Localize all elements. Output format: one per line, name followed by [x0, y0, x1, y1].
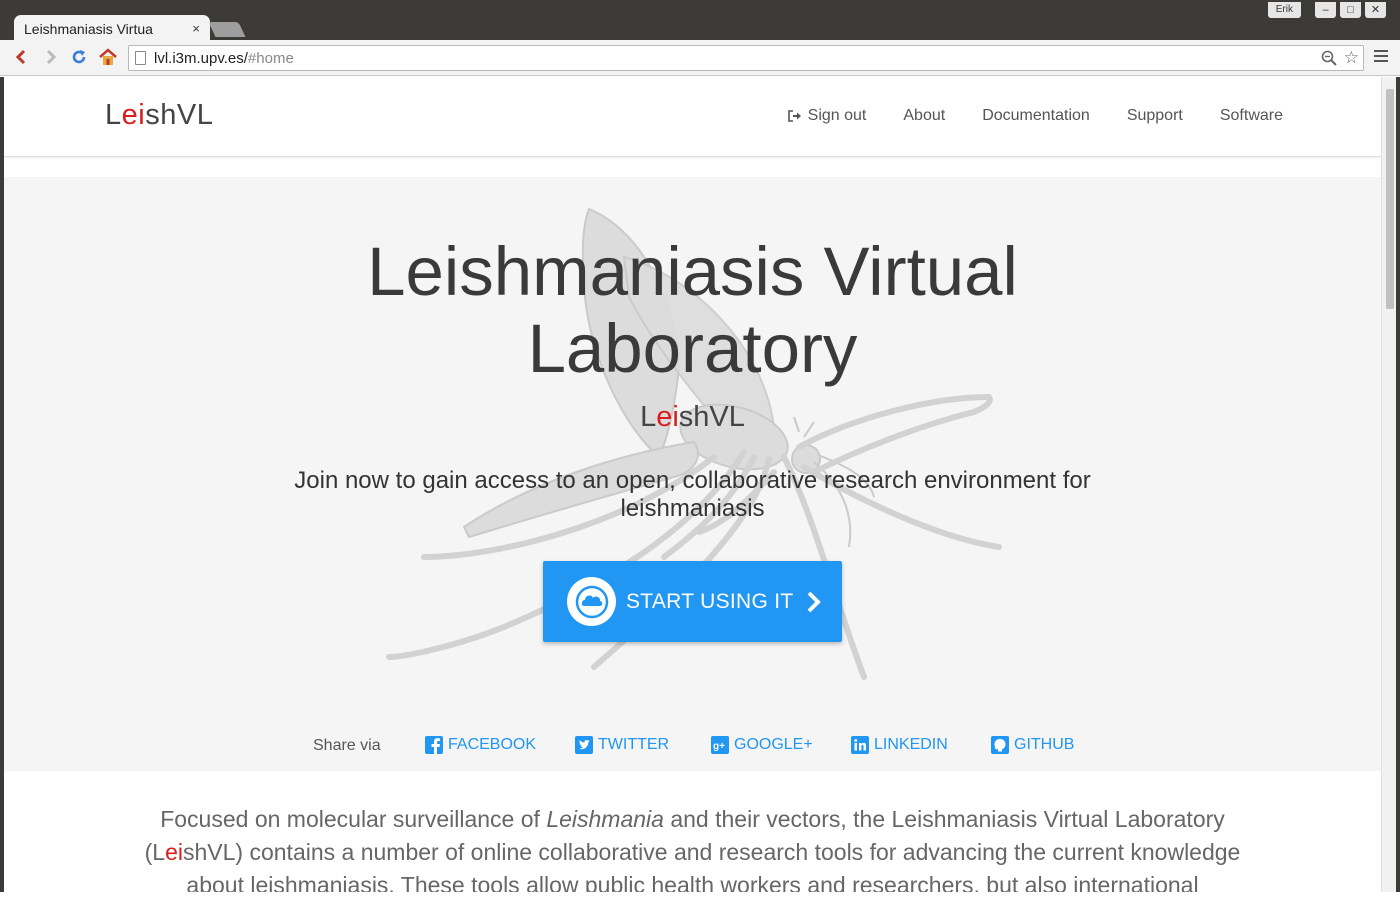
reload-button[interactable]: [68, 46, 90, 68]
home-button[interactable]: [97, 46, 119, 68]
share-twitter[interactable]: TWITTER: [575, 736, 669, 754]
hero-section: Leishmaniasis Virtual Laboratory LeishVL …: [4, 177, 1381, 771]
nav-support[interactable]: Support: [1127, 107, 1183, 125]
back-button[interactable]: [10, 46, 32, 68]
site-navbar: LeishVL Sign out About Documentation Sup…: [4, 77, 1381, 157]
scrollbar-thumb[interactable]: [1386, 89, 1394, 309]
nav-documentation[interactable]: Documentation: [982, 107, 1090, 125]
google-plus-icon: g+: [711, 736, 729, 754]
start-using-it-button[interactable]: START USING IT: [543, 561, 842, 642]
browser-menu-icon[interactable]: [1374, 50, 1388, 65]
bookmark-star-icon[interactable]: ☆: [1344, 48, 1359, 68]
forward-arrow-icon: [46, 49, 57, 65]
facebook-icon: [425, 736, 443, 754]
hero-tagline: Join now to gain access to an open, coll…: [294, 467, 1091, 522]
close-window-button[interactable]: ✕: [1365, 2, 1386, 18]
github-icon: [991, 736, 1009, 754]
chevron-right-icon: [807, 591, 821, 612]
share-label: Share via: [313, 737, 381, 754]
tab-close-icon[interactable]: ×: [192, 21, 200, 36]
user-badge[interactable]: Erik: [1267, 2, 1301, 18]
page-scrollbar[interactable]: [1381, 77, 1396, 892]
forward-button[interactable]: [40, 46, 62, 68]
window-bottom: [0, 892, 1400, 906]
browser-toolbar: lvl.i3m.upv.es/ #home ☆: [0, 40, 1400, 76]
linkedin-icon: [851, 736, 869, 754]
maximize-button[interactable]: □: [1340, 2, 1361, 18]
share-google-plus[interactable]: g+ GOOGLE+: [711, 736, 813, 754]
site-logo[interactable]: LeishVL: [105, 99, 213, 132]
url-path: #home: [247, 49, 294, 67]
browser-tab[interactable]: Leishmaniasis Virtua ×: [14, 15, 210, 588]
cloud-icon: [567, 577, 616, 626]
share-github[interactable]: GITHUB: [991, 736, 1074, 754]
tab-title: Leishmaniasis Virtua: [24, 20, 153, 37]
hero-subtitle-brand: LeishVL: [640, 401, 745, 433]
sign-out-icon: [787, 110, 801, 122]
minimize-button[interactable]: –: [1315, 2, 1336, 18]
intro-description: Focused on molecular surveillance of Lei…: [144, 806, 1241, 892]
share-bar: Share via FACEBOOK TWITTER g+ GOOGLE+ LI…: [4, 734, 1381, 758]
nav-sign-out[interactable]: Sign out: [787, 107, 866, 125]
browser-titlebar: Leishmaniasis Virtua × Erik – □ ✕: [0, 0, 1400, 588]
window-controls: Erik – □ ✕: [1267, 2, 1386, 18]
nav-links: Sign out About Documentation Support Sof…: [787, 107, 1283, 125]
page-viewport: LeishVL Sign out About Documentation Sup…: [4, 77, 1381, 892]
share-linkedin[interactable]: LINKEDIN: [851, 736, 948, 754]
svg-text:g+: g+: [713, 741, 725, 752]
url-host: lvl.i3m.upv.es/: [154, 49, 248, 67]
home-icon: [99, 48, 117, 65]
back-arrow-icon: [15, 49, 26, 65]
reload-icon: [72, 50, 86, 64]
address-bar[interactable]: lvl.i3m.upv.es/ #home ☆: [128, 45, 1364, 71]
nav-about[interactable]: About: [903, 107, 945, 125]
nav-software[interactable]: Software: [1220, 107, 1283, 125]
window-right-edge: [1396, 77, 1400, 892]
zoom-icon[interactable]: [1321, 50, 1337, 66]
share-facebook[interactable]: FACEBOOK: [425, 736, 536, 754]
new-tab-button[interactable]: [208, 22, 246, 37]
hero-title: Leishmaniasis Virtual Laboratory: [367, 233, 1018, 387]
page-icon: [135, 51, 146, 65]
cta-label: START USING IT: [626, 589, 794, 613]
twitter-icon: [575, 736, 593, 754]
